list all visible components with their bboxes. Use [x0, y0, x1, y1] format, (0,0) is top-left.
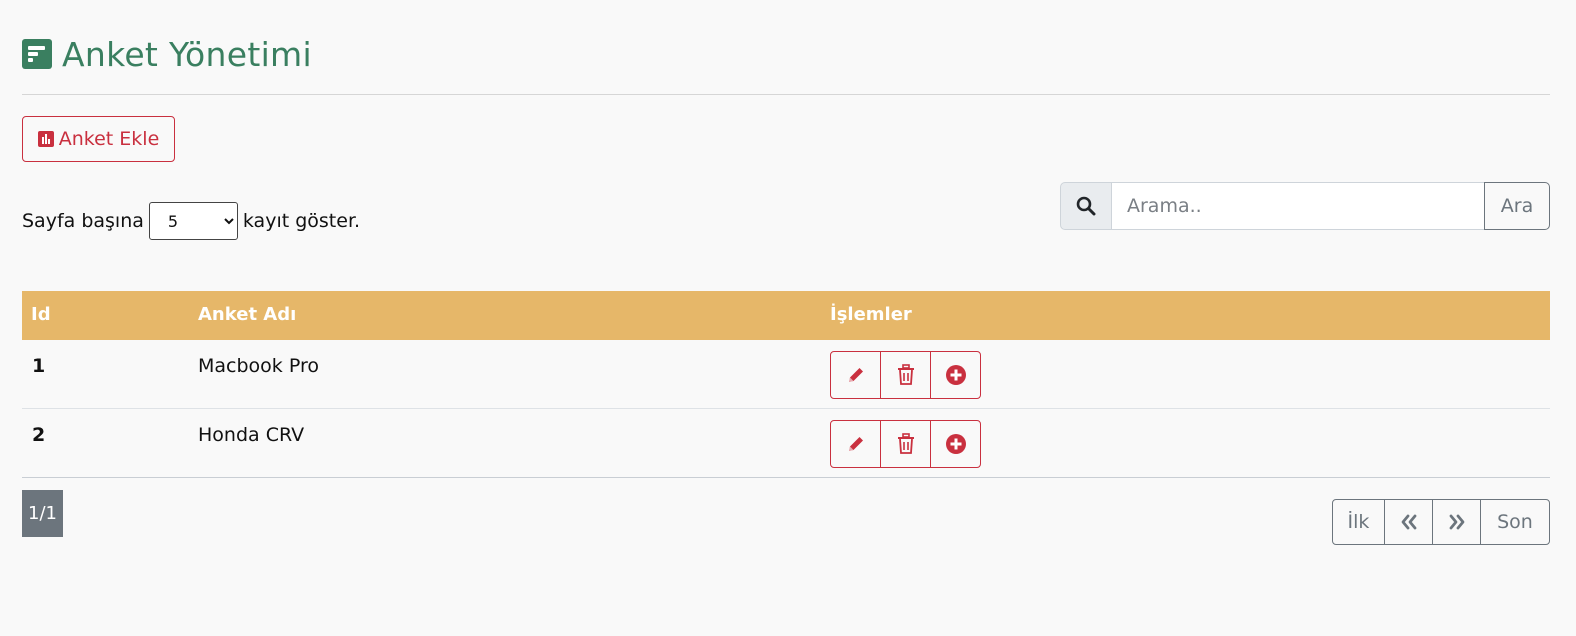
- add-option-button[interactable]: [930, 351, 981, 399]
- page-header: Anket Yönetimi: [22, 30, 312, 78]
- delete-button[interactable]: [880, 351, 931, 399]
- edit-icon: [848, 437, 863, 451]
- angle-double-right-icon: [1449, 514, 1464, 530]
- edit-icon: [848, 368, 863, 382]
- search-button[interactable]: Ara: [1484, 182, 1550, 230]
- last-page-button[interactable]: Son: [1480, 499, 1550, 545]
- column-header-id: Id: [31, 304, 51, 325]
- plus-circle-icon: [945, 434, 966, 454]
- cell-id: 1: [32, 355, 46, 377]
- table-row: 1 Macbook Pro: [22, 340, 1550, 409]
- survey-table: Id Anket Adı İşlemler 1 Macbook Pro 2 Ho…: [22, 291, 1550, 478]
- divider: [22, 94, 1550, 95]
- page-size-control: Sayfa başına 5 kayıt göster.: [22, 202, 360, 240]
- page-indicator: 1/1: [22, 490, 63, 537]
- page-size-suffix: kayıt göster.: [242, 210, 361, 232]
- first-page-button[interactable]: İlk: [1332, 499, 1385, 545]
- trash-icon: [897, 364, 914, 385]
- trash-icon: [897, 433, 914, 454]
- next-page-button[interactable]: [1432, 499, 1481, 545]
- plus-circle-icon: [945, 365, 966, 385]
- delete-button[interactable]: [880, 420, 931, 468]
- page-size-prefix: Sayfa başına: [22, 210, 144, 232]
- poll-h-icon: [22, 39, 52, 69]
- add-survey-label: Anket Ekle: [58, 128, 160, 150]
- search-icon: [1060, 182, 1112, 230]
- edit-button[interactable]: [830, 420, 881, 468]
- page-size-select[interactable]: 5: [148, 202, 238, 240]
- row-actions: [830, 351, 981, 399]
- search-input[interactable]: [1112, 182, 1484, 230]
- table-header-row: Id Anket Adı İşlemler: [22, 291, 1550, 340]
- prev-page-button[interactable]: [1384, 499, 1433, 545]
- row-actions: [830, 420, 981, 468]
- chart-bar-icon: [37, 131, 54, 147]
- add-option-button[interactable]: [930, 420, 981, 468]
- edit-button[interactable]: [830, 351, 881, 399]
- cell-name: Macbook Pro: [198, 355, 319, 377]
- page: Anket Yönetimi Anket Ekle Sayfa başına 5…: [22, 0, 1550, 636]
- add-survey-button[interactable]: Anket Ekle: [22, 116, 175, 162]
- table-row: 2 Honda CRV: [22, 409, 1550, 478]
- column-header-name: Anket Adı: [198, 304, 297, 325]
- cell-id: 2: [32, 424, 46, 446]
- cell-name: Honda CRV: [198, 424, 305, 446]
- table-header: Id Anket Adı İşlemler: [22, 291, 1550, 340]
- angle-double-left-icon: [1401, 514, 1416, 530]
- column-header-actions: İşlemler: [830, 304, 912, 325]
- search-group: Ara: [1060, 182, 1550, 230]
- pagination: İlk Son: [1332, 499, 1550, 545]
- page-title: Anket Yönetimi: [62, 34, 312, 74]
